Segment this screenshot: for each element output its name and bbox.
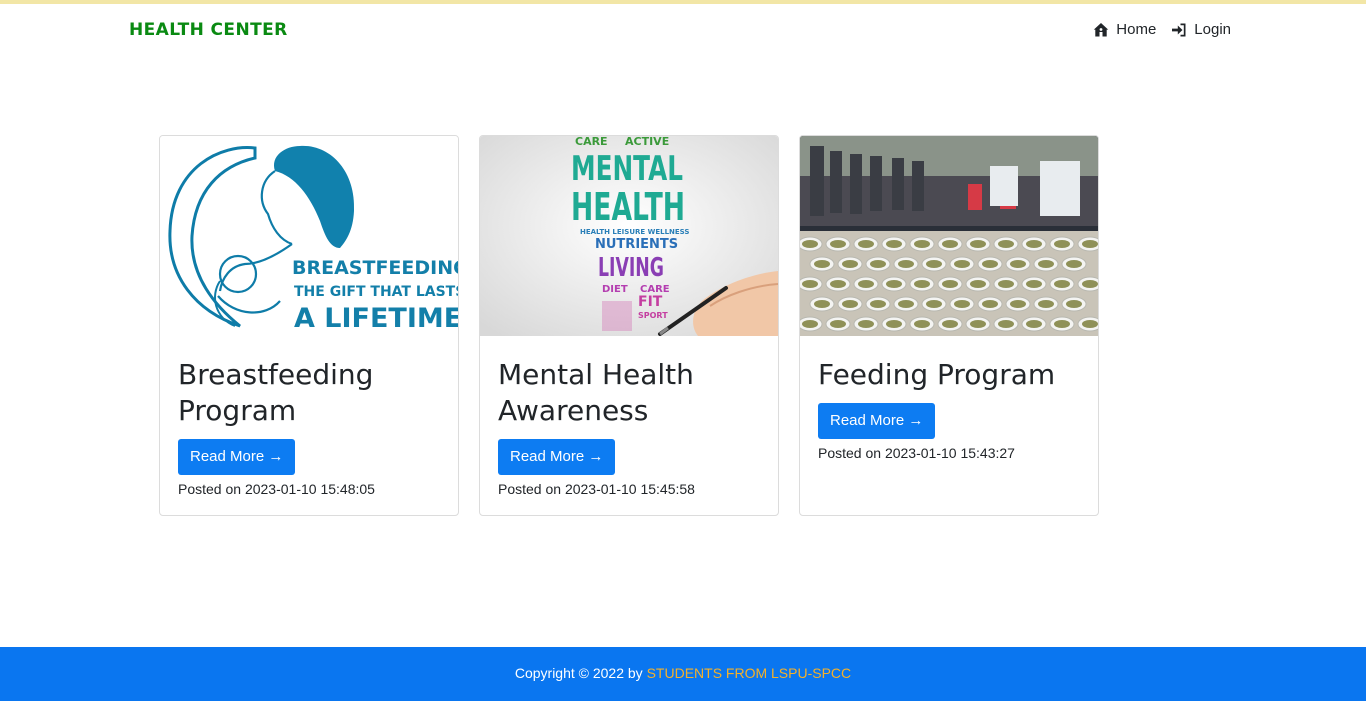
card-body: Breastfeeding Program Read More → Posted… xyxy=(160,336,458,497)
mh-word-diet: DIET xyxy=(602,284,628,295)
login-icon xyxy=(1171,22,1187,38)
card-title: Mental Health Awareness xyxy=(498,358,694,427)
mh-word-mental: MENTAL xyxy=(571,149,683,189)
mh-word-nutrients: NUTRIENTS xyxy=(595,237,678,252)
home-icon xyxy=(1093,22,1109,38)
mh-word-care-top: CARE xyxy=(575,136,608,148)
mental-health-image: CARE ACTIVE MENTAL HEALTH HEALTH LEISURE… xyxy=(480,136,778,336)
footer: Copyright © 2022 by STUDENTS FROM LSPU-S… xyxy=(0,647,1366,701)
breastfeeding-image-line3: A LIFETIME xyxy=(294,303,458,334)
navbar: HEALTH CENTER Home Login xyxy=(0,4,1366,58)
mh-word-sport: SPORT xyxy=(638,311,668,320)
mh-word-leisure: HEALTH LEISURE WELLNESS xyxy=(580,228,689,236)
card-title: Feeding Program xyxy=(818,358,1056,391)
nav-login-link[interactable]: Login xyxy=(1171,21,1231,38)
copyright-prefix: Copyright © 2022 by xyxy=(514,665,647,681)
read-more-button[interactable]: Read More → xyxy=(498,439,616,475)
posted-date: Posted on 2023-01-10 15:45:58 xyxy=(498,481,695,497)
mh-word-fit: FIT xyxy=(638,294,663,310)
read-more-button[interactable]: Read More → xyxy=(818,403,936,439)
posted-date: Posted on 2023-01-10 15:43:27 xyxy=(818,445,1015,461)
program-card: Feeding Program Read More → Posted on 20… xyxy=(799,135,1099,516)
feeding-program-image xyxy=(800,136,1098,336)
copyright-text: Copyright © 2022 by STUDENTS FROM LSPU-S… xyxy=(515,665,851,681)
program-card: BREASTFEEDING: THE GIFT THAT LASTS A LIF… xyxy=(159,135,459,516)
read-more-button[interactable]: Read More → xyxy=(178,439,296,475)
mh-word-active: ACTIVE xyxy=(625,136,669,148)
nav-home-label: Home xyxy=(1116,21,1157,38)
breastfeeding-image-line1: BREASTFEEDING: xyxy=(292,257,458,279)
nav-links: Home Login xyxy=(1093,21,1231,38)
students-link[interactable]: STUDENTS FROM LSPU-SPCC xyxy=(647,665,852,681)
card-body: Mental Health Awareness Read More → Post… xyxy=(480,336,778,497)
card-title: Breastfeeding Program xyxy=(178,358,374,427)
brand-logo[interactable]: HEALTH CENTER xyxy=(129,20,288,40)
nav-home-link[interactable]: Home xyxy=(1093,21,1156,38)
mh-word-living: LIVING xyxy=(598,253,664,283)
breastfeeding-image: BREASTFEEDING: THE GIFT THAT LASTS A LIF… xyxy=(160,136,458,336)
breastfeeding-image-line2: THE GIFT THAT LASTS xyxy=(294,284,458,300)
nav-login-label: Login xyxy=(1194,21,1231,38)
card-body: Feeding Program Read More → Posted on 20… xyxy=(800,336,1098,461)
mh-word-health: HEALTH xyxy=(571,185,685,229)
program-card: CARE ACTIVE MENTAL HEALTH HEALTH LEISURE… xyxy=(479,135,779,516)
program-cards: BREASTFEEDING: THE GIFT THAT LASTS A LIF… xyxy=(159,135,1099,516)
posted-date: Posted on 2023-01-10 15:48:05 xyxy=(178,481,375,497)
